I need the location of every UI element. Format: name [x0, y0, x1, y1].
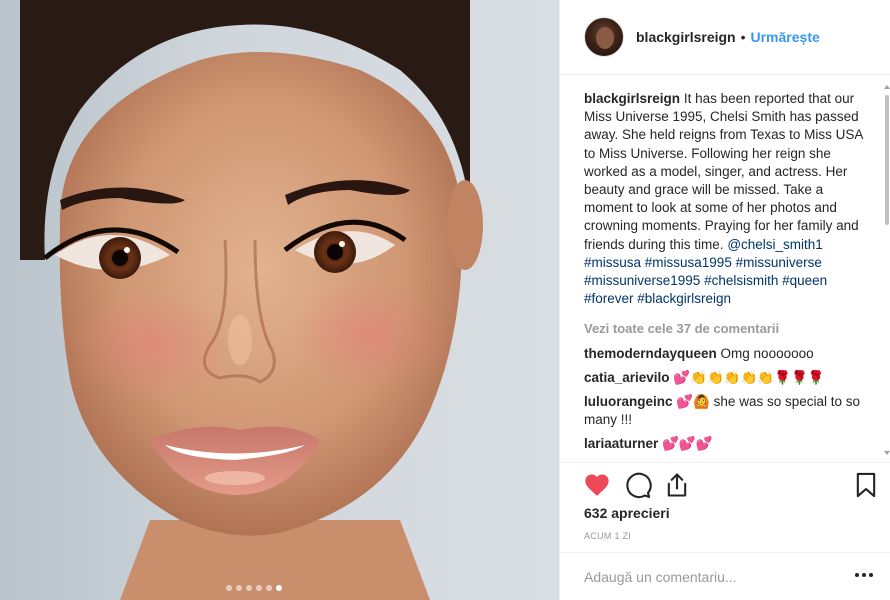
carousel-dot [236, 585, 242, 591]
caption-hashtags[interactable]: #missusa #missusa1995 #missuniverse #mis… [584, 255, 827, 306]
like-button[interactable] [583, 471, 611, 499]
comment-username[interactable]: themoderndayqueen [584, 346, 717, 361]
speech-bubble-icon [626, 472, 652, 499]
comment-username[interactable]: lariaaturner [584, 436, 658, 451]
carousel-indicator [226, 585, 282, 591]
add-comment-input[interactable] [584, 567, 834, 587]
comment-item: catia_arievilo 💕👏👏👏👏👏🌹🌹🌹 [584, 369, 870, 387]
comment-item: themoderndayqueen Omg nooooooo [584, 345, 870, 363]
caption-text: It has been reported that our Miss Unive… [584, 91, 863, 252]
view-all-comments-link[interactable]: Vezi toate cele 37 de comentarii [584, 320, 870, 338]
header-username[interactable]: blackgirlsreign [636, 29, 736, 45]
caption: blackgirlsreign It has been reported tha… [584, 90, 870, 308]
comments-list: blackgirlsreign It has been reported tha… [584, 90, 870, 460]
comment-username[interactable]: catia_arievilo [584, 370, 670, 385]
share-button[interactable] [663, 471, 691, 499]
scroll-up-arrow-icon[interactable] [884, 85, 890, 89]
carousel-dot [246, 585, 252, 591]
likes-count[interactable]: 632 aprecieri [584, 505, 670, 521]
ellipsis-icon[interactable] [852, 565, 876, 585]
comment-emoji: 💕👏👏👏👏👏🌹🌹🌹 [673, 369, 825, 385]
carousel-dot [266, 585, 272, 591]
caption-username[interactable]: blackgirlsreign [584, 91, 680, 106]
portrait-image [20, 0, 483, 600]
follow-button[interactable]: Urmărește [751, 29, 820, 45]
share-icon [667, 473, 687, 497]
scroll-thumb[interactable] [885, 95, 889, 225]
header-separator: • [740, 29, 746, 45]
scroll-down-arrow-icon[interactable] [884, 451, 890, 455]
caption-mention[interactable]: @chelsi_smith1 [727, 237, 823, 252]
post-actions [560, 462, 890, 508]
heart-icon [585, 474, 609, 496]
save-button[interactable] [852, 471, 880, 499]
carousel-dot [276, 585, 282, 591]
comment-button[interactable] [624, 471, 652, 499]
comment-emoji: 💕💕💕 [662, 436, 713, 452]
post-timestamp: ACUM 1 ZI [584, 531, 632, 541]
bookmark-icon [856, 472, 876, 498]
comment-item: luluorangeinc 💕🙆 she was so special to s… [584, 393, 870, 429]
post-panel: blackgirlsreign • Urmărește blackgirlsre… [559, 0, 890, 600]
comment-username[interactable]: luluorangeinc [584, 394, 673, 409]
comment-text: Omg nooooooo [720, 345, 814, 361]
comment-emoji: 💕🙆 [676, 394, 710, 410]
post-photo[interactable] [0, 0, 559, 600]
carousel-dot [256, 585, 262, 591]
avatar[interactable] [584, 17, 624, 57]
comment-item: lariaaturner 💕💕💕 [584, 435, 870, 453]
add-comment-bar [560, 552, 890, 600]
comments-scrollbar[interactable] [884, 85, 890, 455]
post-header: blackgirlsreign • Urmărește [560, 0, 890, 75]
carousel-dot [226, 585, 232, 591]
